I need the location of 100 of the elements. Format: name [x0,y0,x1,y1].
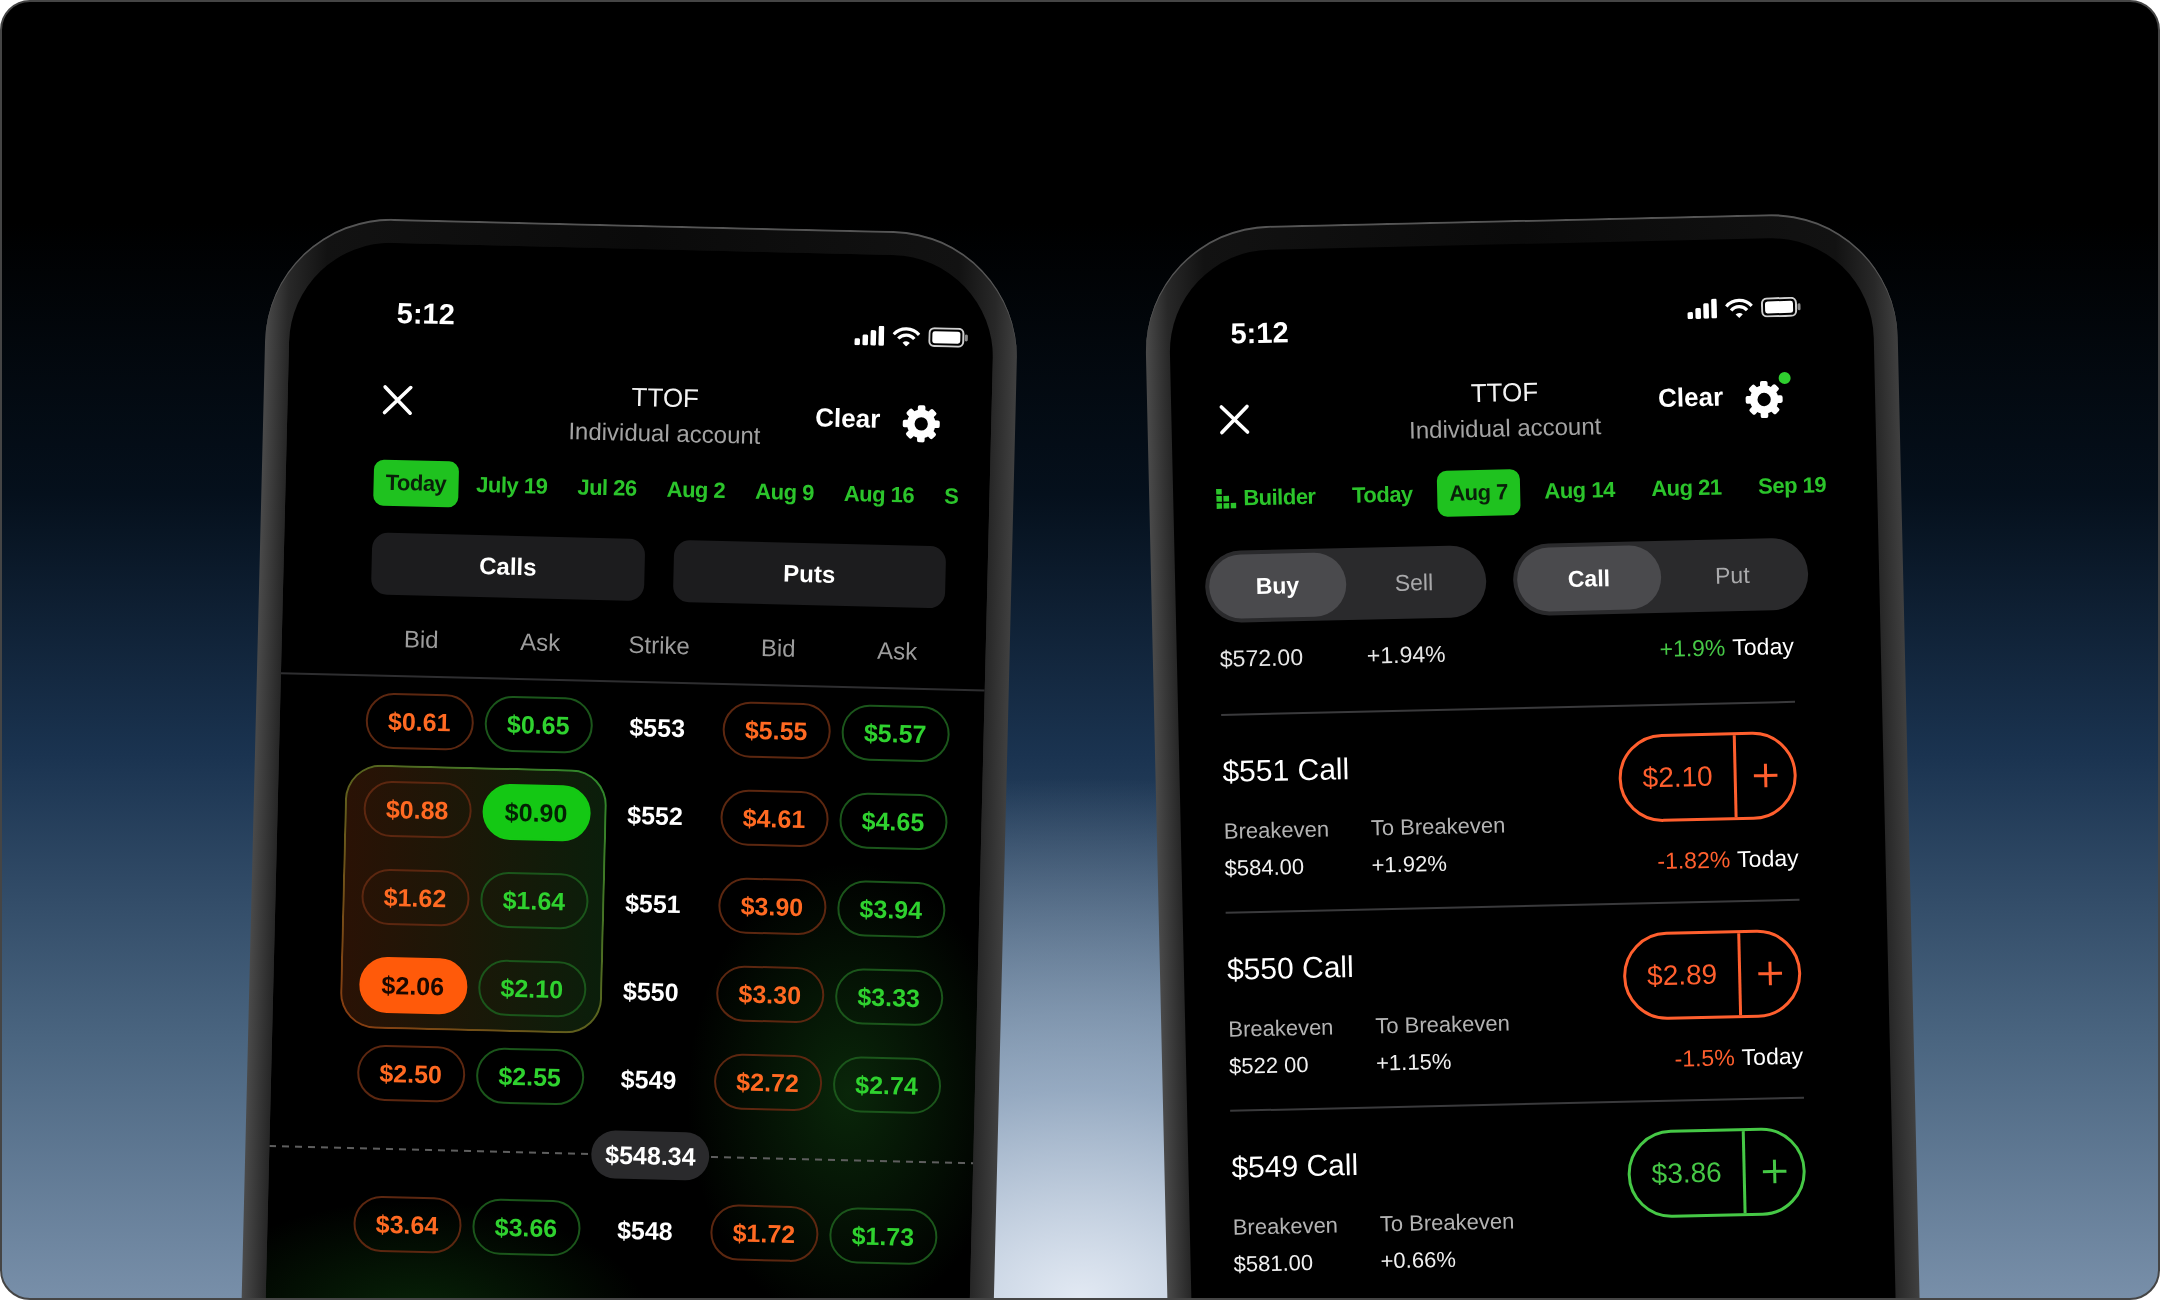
contract-title: $550 Call [1226,948,1355,988]
column-header: Ask [876,635,918,667]
ask-price-button[interactable]: $4.65 [838,791,948,851]
bid-price-button[interactable]: $4.61 [719,789,829,848]
battery-icon [1760,296,1802,318]
strike-price: $550 [622,976,679,1007]
field-value: +0.66% [1380,1245,1458,1276]
bid-price-button[interactable]: $0.61 [364,692,474,751]
strike-price: $551 [624,888,682,919]
signal-icon [854,325,885,346]
section-header: Puts [672,539,947,609]
field-value: $584.00 [1224,853,1306,883]
strike-price: $552 [626,800,684,831]
ask-price-button[interactable]: $3.66 [471,1198,581,1257]
strike-price: $549 [620,1064,677,1095]
field-label: To Breakeven [1374,1009,1511,1041]
expiry-tab[interactable]: Aug 9 [742,468,827,517]
field-label: To Breakeven [1370,811,1506,843]
column-header: Bid [760,633,796,664]
period-label: Today [1741,1041,1804,1073]
column-header: Strike [628,629,691,662]
contract-title: $549 Call [1230,1146,1359,1186]
status-time: 5:12 [396,296,456,333]
clear-button[interactable]: Clear [1657,380,1724,414]
battery-icon [928,327,969,348]
underlying-price: $572.00 [1219,642,1305,673]
expiry-tab[interactable]: July 19 [463,461,560,510]
settings-icon [901,404,941,444]
field-label: Breakeven [1223,815,1331,846]
bid-price-button[interactable]: $3.64 [352,1195,462,1254]
field-value: +1.15% [1375,1047,1453,1078]
day-change: -1.82% [1657,845,1731,876]
ask-price-button[interactable]: $2.10 [477,959,587,1018]
segment-option[interactable]: Buy [1208,552,1347,620]
day-change: +1.9% [1659,633,1726,663]
blocks-icon [1216,488,1237,509]
bid-price-button[interactable]: $3.30 [715,965,825,1024]
field-label: Breakeven [1232,1211,1340,1242]
wifi-icon [1724,297,1754,319]
ask-price-button[interactable]: $1.64 [479,871,589,930]
bid-price-button[interactable]: $3.90 [717,877,827,936]
close-icon [1218,403,1251,436]
ask-price-button[interactable]: $5.57 [840,704,950,763]
expiry-tab[interactable]: Aug 7 [1436,469,1521,517]
bid-price-button[interactable]: $5.55 [721,701,831,760]
bid-price-button[interactable]: $2.72 [712,1052,823,1112]
bid-price-button[interactable]: $1.62 [360,868,470,927]
expiry-tab[interactable]: S [931,473,971,521]
clear-button[interactable]: Clear [814,401,881,435]
close-button[interactable] [1218,403,1251,436]
expiry-tab[interactable]: Aug 14 [1531,466,1628,515]
field-value: $522 00 [1228,1051,1310,1081]
status-time: 5:12 [1230,315,1289,352]
strike-price: $553 [629,712,686,743]
symbol-title: TTOF [631,380,700,416]
segment-option[interactable]: Call [1516,544,1662,613]
price-change: +1.94% [1366,640,1446,670]
column-header: Bid [403,624,440,656]
period-label: Today [1736,843,1799,875]
plus-icon [1757,961,1782,986]
expiry-tab[interactable]: Aug 21 [1638,464,1735,513]
field-value: $581.00 [1233,1248,1315,1279]
expiry-tab[interactable]: Aug 16 [831,470,927,519]
ask-price-button[interactable]: $2.74 [831,1055,942,1115]
bid-price-button[interactable]: $1.72 [709,1203,819,1263]
wifi-icon [892,326,921,347]
close-button[interactable] [381,383,415,417]
plus-icon [1761,1159,1787,1184]
field-label: To Breakeven [1379,1207,1515,1239]
field-label: Breakeven [1227,1013,1335,1044]
plus-icon [1752,763,1778,788]
ask-price-button[interactable]: $2.55 [475,1047,585,1106]
column-header: Ask [519,627,561,659]
ask-price-button[interactable]: $0.65 [483,695,593,754]
strike-price: $548 [616,1215,674,1246]
settings-icon [1744,380,1784,419]
close-icon [381,383,415,417]
segment-option[interactable]: Sell [1345,548,1483,616]
builder-tab[interactable]: Builder [1203,473,1329,523]
price-add-button[interactable]: $3.86 [1626,1126,1807,1219]
ask-price-button[interactable]: $1.73 [828,1206,938,1266]
ask-price-button[interactable]: $3.33 [834,967,944,1027]
contract-title: $551 Call [1222,751,1350,790]
price-add-button[interactable]: $2.10 [1617,730,1798,823]
signal-icon [1686,298,1718,320]
expiry-tab[interactable]: Aug 2 [654,466,738,515]
expiry-tab[interactable]: Today [1339,471,1426,520]
expiry-tab[interactable]: Sep 19 [1745,461,1839,510]
expiry-tab[interactable]: Today [373,459,459,508]
settings-button[interactable] [1744,371,1792,419]
day-change: -1.5% [1674,1043,1735,1074]
expiry-tab[interactable]: Jul 26 [564,464,650,513]
bid-price-button[interactable]: $2.50 [356,1044,466,1103]
bid-price-button[interactable]: $0.88 [362,780,472,839]
segment-option[interactable]: Put [1659,541,1805,609]
ask-price-button[interactable]: $3.94 [836,879,946,939]
price-add-button[interactable]: $2.89 [1622,928,1803,1021]
current-price-label: $548.34 [590,1129,711,1181]
symbol-title: TTOF [1470,375,1539,411]
section-header: Calls [370,532,645,602]
